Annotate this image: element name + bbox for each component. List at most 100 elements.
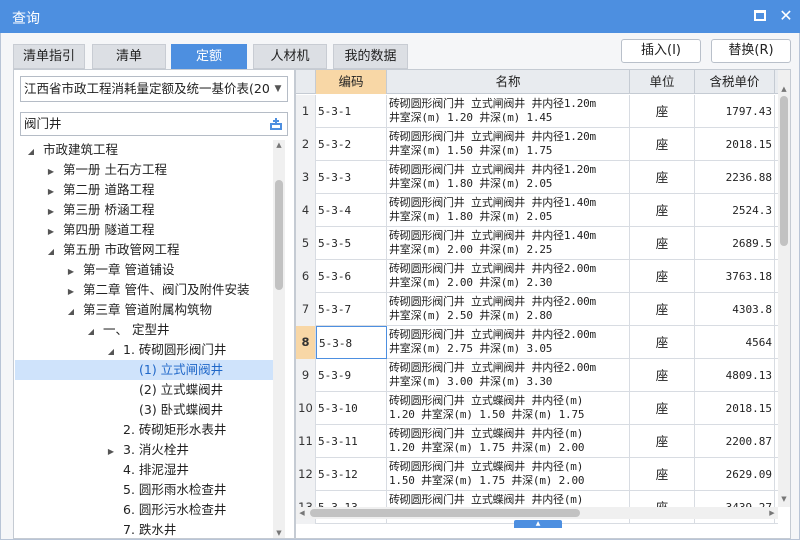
collapse-arrow-icon[interactable]: ◢ [25, 142, 37, 162]
cell-code[interactable]: 5-3-8 [316, 326, 387, 359]
row-number[interactable]: 10 [296, 392, 316, 425]
tree-node[interactable]: ▶ 第一章 管道铺设 [15, 260, 273, 280]
tree-node[interactable]: ◢ 市政建筑工程 [15, 140, 273, 160]
header-price[interactable]: 含税单价 [695, 70, 775, 94]
search-filter-icon[interactable] [269, 117, 283, 131]
table-row[interactable]: 12 5-3-12 砖砌圆形阀门井 立式蝶阀井 井内径(m) 1.50 井室深(m) … [296, 458, 778, 491]
cell-name[interactable]: 砖砌圆形阀门井 立式蝶阀井 井内径(m) 1.20 井室深(m) 1.50 井深(… [387, 392, 630, 425]
cell-price[interactable]: 2689.5 [695, 227, 775, 260]
close-icon[interactable]: ✕ [776, 6, 796, 26]
chevron-down-icon[interactable]: ▼ [269, 77, 287, 101]
cell-code[interactable]: 5-3-2 [316, 128, 387, 161]
cell-name[interactable]: 砖砌圆形阀门井 立式闸阀井 井内径2.00m 井室深(m) 2.75 井深(m) … [387, 326, 630, 359]
cell-name[interactable]: 砖砌圆形阀门井 立式闸阀井 井内径2.00m 井室深(m) 3.00 井深(m) … [387, 359, 630, 392]
table-row[interactable]: 10 5-3-10 砖砌圆形阀门井 立式蝶阀井 井内径(m) 1.20 井室深(m) … [296, 392, 778, 425]
header-name[interactable]: 名称 [387, 70, 630, 94]
cell-unit[interactable]: 座 [630, 392, 695, 425]
quota-library-select[interactable]: 江西省市政工程消耗量定额及统一基价表(2017 ▼ [20, 76, 288, 102]
cell-unit[interactable]: 座 [630, 227, 695, 260]
collapse-arrow-icon[interactable]: ◢ [45, 242, 57, 262]
header-unit[interactable]: 单位 [630, 70, 695, 94]
table-row[interactable]: 9 5-3-9 砖砌圆形阀门井 立式闸阀井 井内径2.00m 井室深(m) 3.00 … [296, 359, 778, 392]
tree-node[interactable]: 5. 圆形雨水检查井 [15, 480, 273, 500]
cell-price[interactable]: 4564 [695, 326, 775, 359]
row-number[interactable]: 9 [296, 359, 316, 392]
cell-code[interactable]: 5-3-4 [316, 194, 387, 227]
tree-node[interactable]: ◢ 第五册 市政管网工程 [15, 240, 273, 260]
cell-unit[interactable]: 座 [630, 194, 695, 227]
table-vertical-scrollbar[interactable]: ▲ ▼ [778, 70, 790, 507]
expand-arrow-icon[interactable]: ▶ [45, 202, 57, 222]
cell-unit[interactable]: 座 [630, 128, 695, 161]
table-row[interactable]: 1 5-3-1 砖砌圆形阀门井 立式闸阀井 井内径1.20m 井室深(m) 1.20 … [296, 95, 778, 128]
cell-price[interactable]: 2018.15 [695, 128, 775, 161]
tree-node[interactable]: ▶ 第二册 道路工程 [15, 180, 273, 200]
cell-price[interactable]: 2018.15 [695, 392, 775, 425]
tree-scrollbar-thumb[interactable] [275, 180, 283, 290]
search-input[interactable]: 阀门井 [20, 112, 288, 136]
tab-materials[interactable]: 人材机 [253, 44, 327, 69]
tree-node[interactable]: (3) 卧式蝶阀井 [15, 400, 273, 420]
cell-name[interactable]: 砖砌圆形阀门井 立式闸阀井 井内径1.20m 井室深(m) 1.50 井深(m) … [387, 128, 630, 161]
table-row[interactable]: 6 5-3-6 砖砌圆形阀门井 立式闸阀井 井内径2.00m 井室深(m) 2.00 … [296, 260, 778, 293]
cell-name[interactable]: 砖砌圆形阀门井 立式蝶阀井 井内径(m) 1.50 井室深(m) 1.75 井深(… [387, 458, 630, 491]
row-number[interactable]: 8 [296, 326, 316, 359]
row-number[interactable]: 5 [296, 227, 316, 260]
tree-node[interactable]: ◢ 第三章 管道附属构筑物 [15, 300, 273, 320]
expand-arrow-icon[interactable]: ▶ [45, 162, 57, 182]
tree-scrollbar[interactable]: ▲ ▼ [273, 140, 285, 538]
cell-unit[interactable]: 座 [630, 293, 695, 326]
table-row[interactable]: 11 5-3-11 砖砌圆形阀门井 立式蝶阀井 井内径(m) 1.20 井室深(m) … [296, 425, 778, 458]
cell-price[interactable]: 4303.8 [695, 293, 775, 326]
table-row[interactable]: 7 5-3-7 砖砌圆形阀门井 立式闸阀井 井内径2.00m 井室深(m) 2.50 … [296, 293, 778, 326]
cell-unit[interactable]: 座 [630, 95, 695, 128]
cell-price[interactable]: 4809.13 [695, 359, 775, 392]
cell-name[interactable]: 砖砌圆形阀门井 立式蝶阀井 井内径(m) 1.20 井室深(m) 1.75 井深(… [387, 425, 630, 458]
row-number[interactable]: 7 [296, 293, 316, 326]
tree-node[interactable]: ▶ 3. 消火栓井 [15, 440, 273, 460]
cell-name[interactable]: 砖砌圆形阀门井 立式闸阀井 井内径1.40m 井室深(m) 2.00 井深(m) … [387, 227, 630, 260]
cell-price[interactable]: 2200.87 [695, 425, 775, 458]
maximize-icon[interactable] [750, 6, 770, 26]
cell-price[interactable]: 3763.18 [695, 260, 775, 293]
cell-code[interactable]: 5-3-6 [316, 260, 387, 293]
cell-unit[interactable]: 座 [630, 359, 695, 392]
row-number[interactable]: 4 [296, 194, 316, 227]
row-number[interactable]: 6 [296, 260, 316, 293]
collapse-arrow-icon[interactable]: ◢ [105, 342, 117, 362]
row-number[interactable]: 3 [296, 161, 316, 194]
cell-name[interactable]: 砖砌圆形阀门井 立式闸阀井 井内径1.20m 井室深(m) 1.20 井深(m) … [387, 95, 630, 128]
tree-node[interactable]: ◢ 1. 砖砌圆形阀门井 [15, 340, 273, 360]
cell-code[interactable]: 5-3-10 [316, 392, 387, 425]
cell-unit[interactable]: 座 [630, 260, 695, 293]
expand-arrow-icon[interactable]: ▶ [105, 442, 117, 462]
tab-bill-guide[interactable]: 清单指引 [13, 44, 85, 69]
cell-unit[interactable]: 座 [630, 161, 695, 194]
tree-node[interactable]: (1) 立式闸阀井 [15, 360, 273, 380]
cell-name[interactable]: 砖砌圆形阀门井 立式闸阀井 井内径1.40m 井室深(m) 1.80 井深(m) … [387, 194, 630, 227]
cell-price[interactable]: 2524.3 [695, 194, 775, 227]
tree-node[interactable]: ◢ 一、 定型井 [15, 320, 273, 340]
header-code[interactable]: 编码 [316, 70, 387, 94]
tab-quota[interactable]: 定额 [171, 44, 247, 69]
table-vertical-thumb[interactable] [780, 96, 788, 246]
table-row[interactable]: 2 5-3-2 砖砌圆形阀门井 立式闸阀井 井内径1.20m 井室深(m) 1.50 … [296, 128, 778, 161]
tab-my-data[interactable]: 我的数据 [333, 44, 408, 69]
collapse-arrow-icon[interactable]: ◢ [85, 322, 97, 342]
table-row[interactable]: 8 5-3-8 砖砌圆形阀门井 立式闸阀井 井内径2.00m 井室深(m) 2.75 … [296, 326, 778, 359]
cell-price[interactable]: 2236.88 [695, 161, 775, 194]
cell-price[interactable]: 1797.43 [695, 95, 775, 128]
cell-price[interactable]: 2629.09 [695, 458, 775, 491]
replace-button[interactable]: 替换(R) [711, 39, 791, 63]
row-number[interactable]: 2 [296, 128, 316, 161]
tree-node[interactable]: 2. 砖砌矩形水表井 [15, 420, 273, 440]
cell-code[interactable]: 5-3-9 [316, 359, 387, 392]
collapse-arrow-icon[interactable]: ◢ [65, 302, 77, 322]
expand-arrow-icon[interactable]: ▶ [45, 222, 57, 242]
cell-code[interactable]: 5-3-7 [316, 293, 387, 326]
table-row[interactable]: 3 5-3-3 砖砌圆形阀门井 立式闸阀井 井内径1.20m 井室深(m) 1.80 … [296, 161, 778, 194]
cell-code[interactable]: 5-3-5 [316, 227, 387, 260]
tree-node[interactable]: ▶ 第四册 隧道工程 [15, 220, 273, 240]
expand-arrow-icon[interactable]: ▶ [45, 182, 57, 202]
row-number[interactable]: 11 [296, 425, 316, 458]
